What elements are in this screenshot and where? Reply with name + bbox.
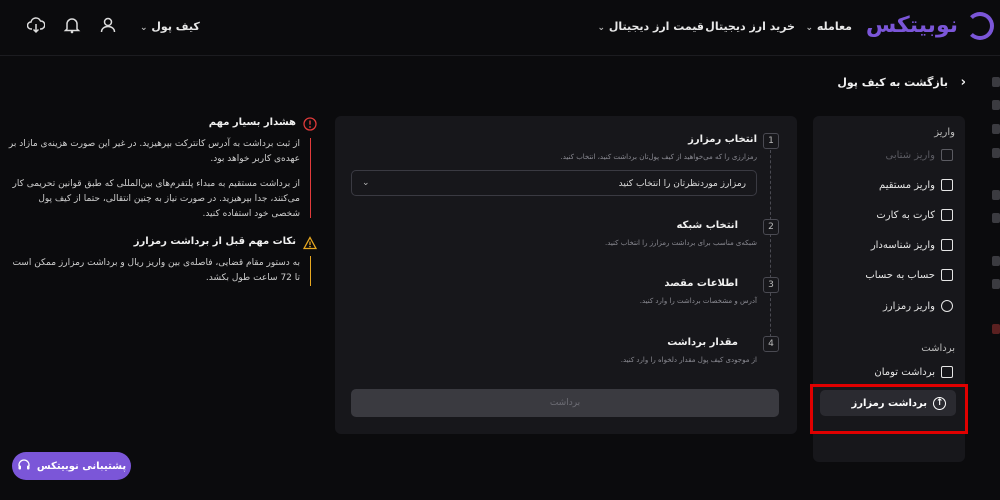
step-title: انتخاب شبکه: [676, 220, 738, 231]
edge-icon: [992, 190, 1000, 200]
sidebar-deposit-heading: واریز: [934, 127, 955, 138]
brand-logo[interactable]: نوبیتکس: [866, 13, 958, 38]
step-connector: [770, 234, 771, 278]
sidebar-item-instant-deposit: واریز شتابی: [823, 145, 953, 165]
coin-select[interactable]: رمزارز موردنظرتان را انتخاب کنید ⌄: [351, 170, 757, 196]
step-connector: [770, 293, 771, 337]
step-description: از موجودی کیف پول مقدار دلخواه را وارد ک…: [620, 356, 757, 364]
withdraw-form-card: [335, 116, 797, 434]
logo-icon[interactable]: [966, 12, 994, 40]
notes-title: نکات مهم قبل از برداشت رمزارز: [133, 236, 296, 247]
edge-icon: [992, 213, 1000, 223]
danger-bar: [310, 138, 311, 218]
sidebar-item-account-transfer[interactable]: حساب به حساب: [823, 265, 953, 285]
important-warning-text-1: از ثبت برداشت به آدرس کانترکت بپرهیزید. …: [8, 139, 300, 164]
headset-icon: [17, 458, 31, 475]
important-warning-text-2: از برداشت مستقیم به مبداء پلتفرم‌های بین…: [12, 179, 300, 219]
edge-icon: [992, 279, 1000, 289]
support-button[interactable]: پشتیبانی نوبیتکس: [12, 452, 131, 480]
sidebar-withdraw-heading: برداشت: [921, 343, 955, 354]
step-description: رمزارزی را که می‌خواهید از کیف پول‌تان ب…: [560, 153, 757, 161]
sidebar-item-id-deposit[interactable]: واریز شناسه‌دار: [823, 235, 953, 255]
back-to-wallet-link[interactable]: ‹ بازگشت به کیف پول: [837, 75, 966, 90]
important-warning-title: هشدار بسیار مهم: [208, 117, 296, 128]
chevron-down-icon: ⌄: [597, 23, 605, 33]
nav-trade[interactable]: معامله ⌄: [805, 20, 852, 33]
step-connector: [770, 150, 771, 220]
withdraw-submit-button[interactable]: برداشت: [351, 389, 779, 417]
edge-icon: [992, 100, 1000, 110]
step-title: مقدار برداشت: [667, 337, 738, 348]
step-number: 2: [763, 219, 779, 235]
bell-icon[interactable]: [62, 16, 82, 36]
checkbox-icon: [941, 239, 953, 251]
edge-icon: [992, 148, 1000, 158]
chevron-left-icon: ‹: [960, 75, 966, 90]
step-number: 1: [763, 133, 779, 149]
step-description: آدرس و مشخصات برداشت را وارد کنید.: [639, 297, 757, 305]
bank-card-icon: [941, 179, 953, 191]
danger-icon: [303, 116, 317, 135]
highlight-box: [810, 384, 968, 434]
sidebar-item-crypto-deposit[interactable]: واریز رمزارز: [823, 296, 953, 316]
user-icon[interactable]: [98, 16, 118, 36]
step-title: اطلاعات مقصد: [664, 278, 738, 289]
crypto-deposit-icon: [941, 300, 953, 312]
step-number: 4: [763, 336, 779, 352]
warning-icon: [302, 235, 318, 254]
bank-icon: [941, 269, 953, 281]
edge-icon: [992, 77, 1000, 87]
sidebar-item-toman-withdraw[interactable]: برداشت تومان: [823, 362, 953, 382]
step-number: 3: [763, 277, 779, 293]
edge-icon: [992, 324, 1000, 334]
step-description: شبکه‌ی مناسب برای برداشت رمزارز را انتخا…: [605, 239, 757, 247]
card-icon: [941, 366, 953, 378]
warning-bar: [310, 256, 311, 286]
download-icon[interactable]: [26, 16, 46, 36]
nav-crypto-price[interactable]: قیمت ارز دیجیتال ⌄: [597, 20, 704, 33]
step-title: انتخاب رمزارز: [688, 134, 757, 145]
card-transfer-icon: [941, 209, 953, 221]
edge-icon: [992, 124, 1000, 134]
nav-buy-crypto[interactable]: خرید ارز دیجیتال ⌄: [694, 20, 795, 33]
sidebar-item-direct-deposit[interactable]: واریز مستقیم: [823, 175, 953, 195]
card-icon: [941, 149, 953, 161]
notes-text: به دستور مقام قضایی، فاصله‌ی بین واریز ر…: [12, 258, 300, 283]
chevron-down-icon: ⌄: [805, 23, 814, 33]
chevron-down-icon: ⌄: [362, 178, 370, 188]
chevron-down-icon: ⌄: [140, 23, 148, 33]
wallet-dropdown[interactable]: کیف پول ⌄: [140, 20, 200, 33]
edge-icon: [992, 256, 1000, 266]
sidebar-item-card-to-card[interactable]: کارت به کارت: [823, 205, 953, 225]
